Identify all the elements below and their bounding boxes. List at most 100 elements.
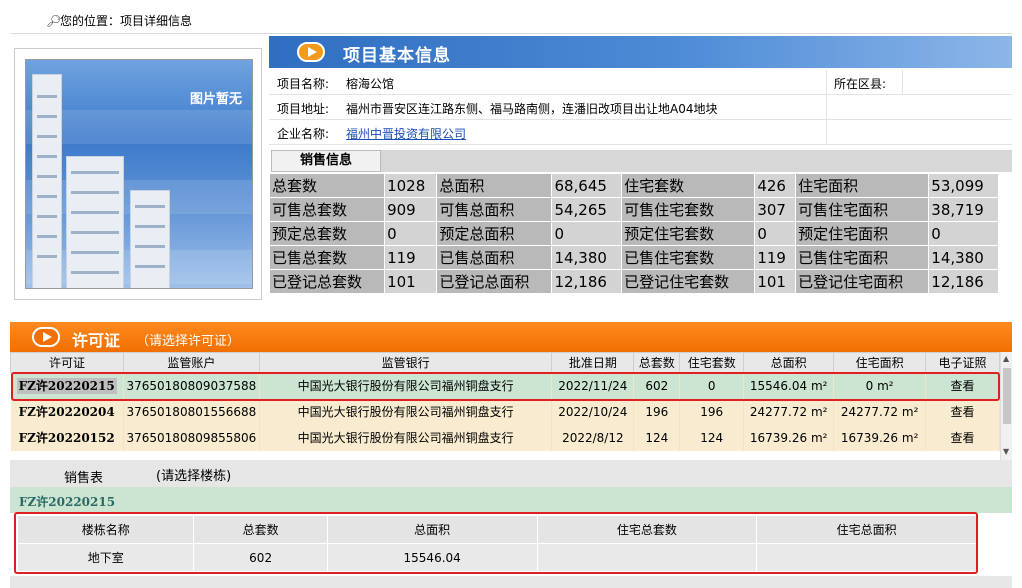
scroll-thumb[interactable]	[1003, 368, 1011, 424]
sales-info-value: 101	[754, 269, 797, 294]
permit-cell-res: 124	[679, 424, 745, 451]
sales-info-value: 0	[928, 221, 999, 246]
sales-info-label: 可售住宅套数	[621, 197, 756, 222]
sales-info-value: 119	[384, 245, 438, 270]
project-name: 榕海公馆	[346, 77, 395, 91]
scroll-down-icon[interactable]: ▼	[1003, 447, 1009, 456]
tab-strip	[381, 150, 1012, 172]
project-name-row: 项目名称: 榕海公馆 所在区县:	[269, 70, 1012, 95]
sales-info-value: 12,186	[551, 269, 623, 294]
permit-cell-bank: 中国光大银行股份有限公司福州铜盘支行	[259, 398, 553, 425]
project-address-label: 项目地址:	[277, 102, 330, 116]
sales-info-value: 38,719	[928, 197, 999, 222]
sales-info-value: 68,645	[551, 173, 623, 198]
sales-info-value: 14,380	[551, 245, 623, 270]
permit-table-container: 许可证 监管账户 监管银行 批准日期 总套数 住宅套数 总面积 住宅面积 电子证照 FZ许202…	[10, 352, 1000, 460]
section-title: 项目基本信息	[343, 46, 451, 66]
permit-cell-bank: 中国光大银行股份有限公司福州铜盘支行	[259, 424, 553, 451]
permit-cell-total: 196	[633, 398, 681, 425]
project-image-placeholder: 图片暂无	[25, 59, 253, 289]
permit-column-header: 监管账户	[122, 352, 260, 373]
sales-info-label: 总套数	[268, 173, 386, 198]
divider	[10, 33, 1012, 34]
sales-info-label: 住宅面积	[795, 173, 930, 198]
sales-info-label: 总面积	[436, 173, 553, 198]
permit-cell-res-area: 24277.72 m²	[833, 398, 927, 425]
permit-column-header: 总面积	[743, 352, 835, 373]
company-link[interactable]: 福州中晋投资有限公司	[346, 125, 466, 142]
project-address-row: 项目地址: 福州市晋安区连江路东侧、福马路南侧，连潘旧改项目出让地A04地块	[269, 95, 1012, 120]
scroll-up-icon[interactable]: ▲	[1003, 354, 1009, 363]
sales-info-row: 可售总套数 909 可售总面积 54,265 可售住宅套数 307 可售住宅面积 38,719	[268, 197, 999, 222]
view-certificate-link[interactable]: 查看	[925, 398, 1000, 425]
magnifier-icon: 🔎︎	[46, 14, 62, 28]
project-name-label: 项目名称:	[277, 77, 330, 91]
sales-info-label: 已登记住宅套数	[621, 269, 756, 294]
project-image-frame: 图片暂无	[14, 48, 262, 300]
sales-info-label: 已登记总面积	[436, 269, 553, 294]
sales-info-label: 可售住宅面积	[795, 197, 930, 222]
section-header-permit: 许可证 （请选择许可证）	[10, 322, 1012, 352]
sales-info-value: 426	[754, 173, 797, 198]
sales-info-value: 1028	[384, 173, 438, 198]
permit-table: 许可证 监管账户 监管银行 批准日期 总套数 住宅套数 总面积 住宅面积 电子证照 FZ许202…	[10, 352, 1000, 451]
district-label: 所在区县:	[834, 77, 887, 91]
permit-id-text: FZ许20220152	[18, 431, 115, 445]
location-text: 您的位置：项目详细信息	[60, 14, 193, 28]
permit-cell-area: 24277.72 m²	[743, 398, 835, 425]
sales-info-value: 101	[384, 269, 438, 294]
sales-info-value: 119	[754, 245, 797, 270]
permit-cell-account: 37650180801556688	[123, 398, 260, 425]
permit-scrollbar[interactable]: ▲ ▼	[1000, 352, 1012, 460]
breadcrumb: 🔎︎您的位置：项目详细信息	[46, 12, 192, 29]
permit-id-text: FZ许20220204	[18, 405, 115, 419]
sales-table-hint: (请选择楼栋)	[156, 469, 232, 484]
permit-column-header: 许可证	[10, 352, 124, 373]
project-info: 项目名称: 榕海公馆 所在区县: 项目地址: 福州市晋安区连江路东侧、福马路南侧…	[269, 70, 1012, 145]
play-icon	[297, 42, 325, 62]
company-row: 企业名称: 福州中晋投资有限公司	[269, 120, 1012, 145]
sales-info-label: 已售住宅套数	[621, 245, 756, 270]
view-certificate-link[interactable]: 查看	[925, 424, 1000, 451]
sales-info-label: 可售总面积	[436, 197, 553, 222]
permit-cell-area: 16739.26 m²	[743, 424, 835, 451]
sales-info-label: 预定总面积	[436, 221, 553, 246]
permit-column-header: 电子证照	[925, 352, 1000, 373]
sales-info-label: 可售总套数	[268, 197, 386, 222]
permit-column-header: 总套数	[633, 352, 681, 373]
project-address: 福州市晋安区连江路东侧、福马路南侧，连潘旧改项目出让地A04地块	[346, 102, 718, 116]
sales-info-label: 住宅套数	[621, 173, 756, 198]
permit-cell-total: 124	[633, 424, 681, 451]
permit-column-header: 批准日期	[551, 352, 635, 373]
image-unavailable-label: 图片暂无	[189, 92, 242, 107]
permit-row[interactable]: FZ许20220204 37650180801556688 中国光大银行股份有限公司…	[10, 398, 1000, 425]
sales-info-value: 0	[384, 221, 438, 246]
permit-id[interactable]: FZ许20220152	[10, 424, 124, 451]
sales-info-label: 预定住宅面积	[795, 221, 930, 246]
permit-id[interactable]: FZ许20220204	[10, 398, 124, 425]
sales-info-value: 54,265	[551, 197, 623, 222]
sales-info-label: 已登记住宅面积	[795, 269, 930, 294]
tab-sales-table[interactable]: 销售表	[64, 467, 103, 486]
permit-row[interactable]: FZ许20220152 37650180809855806 中国光大银行股份有限公司…	[10, 424, 1000, 451]
permit-cell-res: 196	[679, 398, 745, 425]
tab-sales-info[interactable]: 销售信息	[271, 150, 381, 172]
sales-info-value: 307	[754, 197, 797, 222]
bottom-strip	[10, 576, 1012, 588]
sales-info-table: 总套数 1028 总面积 68,645 住宅套数 426 住宅面积 53,099 可售总套数 90…	[268, 173, 999, 294]
sales-info-row: 已售总套数 119 已售总面积 14,380 已售住宅套数 119 已售住宅面积 14,380	[268, 245, 999, 270]
permit-column-header: 监管银行	[258, 352, 553, 373]
sales-info-value: 53,099	[928, 173, 999, 198]
sales-info-row: 总套数 1028 总面积 68,645 住宅套数 426 住宅面积 53,099	[268, 173, 999, 198]
sales-table-tabbar: 销售表 (请选择楼栋)	[10, 460, 1012, 487]
permit-cell-date: 2022/10/24	[551, 398, 635, 425]
selected-permit-id: FZ许20220215	[19, 495, 116, 509]
sales-info-value: 909	[384, 197, 438, 222]
sales-info-row: 预定总套数 0 预定总面积 0 预定住宅套数 0 预定住宅面积 0	[268, 221, 999, 246]
sales-info-label: 已售住宅面积	[795, 245, 930, 270]
company-label: 企业名称:	[277, 127, 330, 141]
permit-cell-date: 2022/8/12	[551, 424, 635, 451]
play-icon	[32, 327, 60, 347]
selected-row-highlight	[11, 372, 1000, 401]
sales-info-label: 预定总套数	[268, 221, 386, 246]
